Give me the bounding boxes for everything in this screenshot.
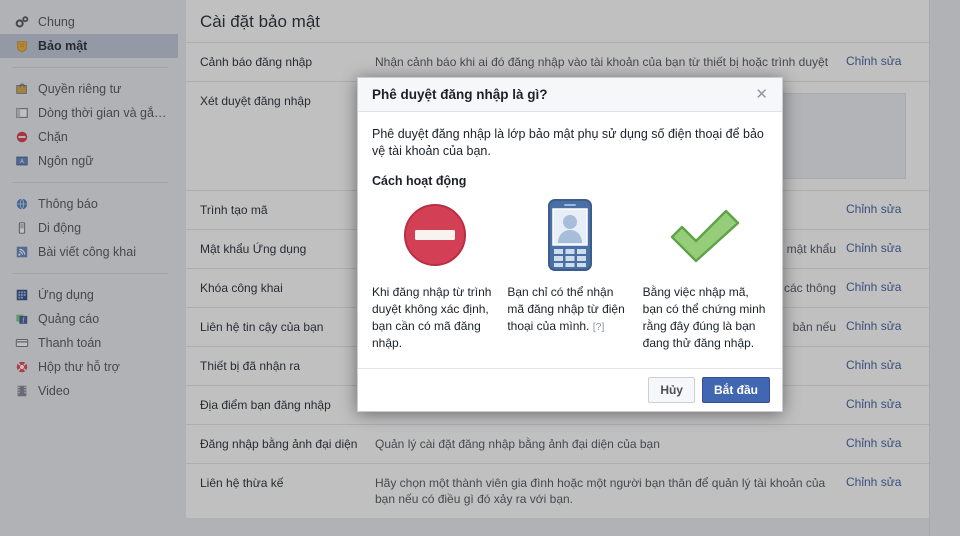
dialog-footer: Hủy Bắt đầu	[358, 368, 782, 411]
dialog-step-caption: Bạn chỉ có thể nhận mã đăng nhập từ điện…	[507, 284, 632, 336]
dialog-step-caption: Khi đăng nhập từ trình duyệt không xác đ…	[372, 285, 492, 350]
green-check-icon	[643, 196, 768, 274]
mobile-phone-icon	[507, 196, 632, 274]
dialog-step-1: Khi đăng nhập từ trình duyệt không xác đ…	[372, 196, 497, 352]
dialog-step-caption-text: Bạn chỉ có thể nhận mã đăng nhập từ điện…	[507, 285, 625, 333]
dialog-header: Phê duyệt đăng nhập là gì? ✕	[358, 78, 782, 112]
dialog-step-2: Bạn chỉ có thể nhận mã đăng nhập từ điện…	[507, 196, 632, 352]
dialog-intro-text: Phê duyệt đăng nhập là lớp bảo mật phụ s…	[372, 127, 764, 158]
login-approvals-dialog: Phê duyệt đăng nhập là gì? ✕ Phê duyệt đ…	[357, 77, 783, 412]
start-button[interactable]: Bắt đầu	[701, 377, 770, 403]
dialog-body: Phê duyệt đăng nhập là lớp bảo mật phụ s…	[358, 112, 782, 368]
close-icon[interactable]: ✕	[753, 87, 770, 102]
dialog-subtitle: Cách hoạt động	[372, 174, 467, 188]
dialog-step-3: Bằng việc nhập mã, bạn có thể chứng minh…	[643, 196, 768, 352]
dialog-title: Phê duyệt đăng nhập là gì?	[372, 87, 548, 102]
cancel-button[interactable]: Hủy	[648, 377, 695, 403]
dialog-steps: Khi đăng nhập từ trình duyệt không xác đ…	[372, 196, 768, 362]
help-hint[interactable]: [?]	[593, 321, 605, 333]
dialog-step-caption: Bằng việc nhập mã, bạn có thể chứng minh…	[642, 285, 766, 350]
no-entry-icon	[372, 196, 497, 274]
